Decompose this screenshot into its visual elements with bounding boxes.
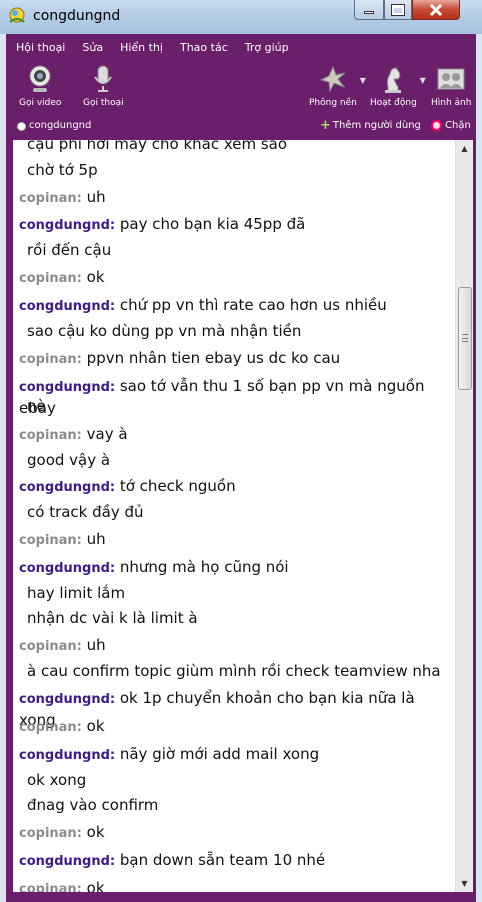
sender-name: copinan: (19, 271, 82, 286)
block-label: Chặn (445, 120, 471, 131)
chat-message: copinan: uh (19, 636, 106, 654)
voice-call-label: Gọi thoại (83, 98, 124, 108)
status-row: congdungnd + Thêm người dùng Chặn (6, 116, 476, 138)
chat-message: à cau confirm topic giùm mình rồi check … (27, 662, 441, 680)
background-leaf-icon (319, 65, 346, 93)
microphone-icon (94, 65, 113, 92)
scroll-up-icon[interactable]: ▲ (456, 140, 473, 157)
video-call-button[interactable]: Gọi video (19, 64, 61, 108)
close-button[interactable] (412, 0, 460, 20)
chat-message: congdungnd: tớ check nguồn (19, 477, 236, 495)
sender-name: copinan: (19, 191, 82, 206)
background-label: Phông nền (309, 98, 357, 108)
menu-view[interactable]: Hiển thị (120, 41, 163, 54)
chat-message: hay limit lắm (27, 584, 126, 602)
sender-name: copinan: (19, 882, 82, 892)
presence-status-icon (17, 122, 26, 131)
chat-message: congdungnd: pay cho bạn kia 45pp đã (19, 215, 306, 233)
chat-message: copinan: ok (19, 268, 105, 286)
chat-message: sao cậu ko dùng pp vn mà nhận tiền (27, 322, 302, 340)
sender-name: congdungnd: (19, 380, 116, 395)
window-bottom-frame (6, 892, 476, 902)
grip-icon (462, 334, 468, 342)
minimize-icon (364, 11, 374, 14)
chat-message: đnag vào confirm (27, 796, 159, 814)
voice-call-button[interactable]: Gọi thoại (83, 64, 124, 108)
sender-name: congdungnd: (19, 299, 116, 314)
activities-button[interactable]: Hoạt động ▼ (370, 64, 426, 108)
maximize-icon (391, 3, 405, 16)
chat-message: copinan: ok (19, 878, 105, 892)
sender-name: congdungnd: (19, 218, 116, 233)
title-bar: congdungnd (0, 0, 482, 34)
menu-actions[interactable]: Thao tác (180, 41, 228, 54)
chat-message: nè (27, 397, 46, 415)
plus-icon: + (320, 117, 331, 133)
scrollbar-thumb[interactable] (458, 287, 472, 390)
video-call-label: Gọi video (19, 98, 62, 108)
app-logo-icon (9, 7, 25, 23)
menu-edit[interactable]: Sửa (82, 41, 103, 54)
sender-name: copinan: (19, 533, 82, 548)
chat-message: cậu phi hơi mấy cho khác xem sao (27, 140, 288, 153)
sender-name: congdungnd: (19, 854, 116, 869)
chat-scrollbar[interactable]: ▲ ▼ (455, 140, 473, 892)
sender-name: copinan: (19, 826, 82, 841)
chat-message: congdungnd: nhưng mà họ cũng nói (19, 558, 289, 576)
activities-dropdown-icon: ▼ (419, 76, 426, 85)
close-icon (429, 3, 443, 16)
chat-transcript[interactable]: cậu phi hơi mấy cho khác xem sao chờ tớ … (13, 140, 455, 892)
activities-label: Hoạt động (370, 98, 417, 108)
chat-message: copinan: uh (19, 530, 106, 548)
window-title: congdungnd (33, 8, 121, 24)
sender-name: congdungnd: (19, 480, 116, 495)
chat-message: congdungnd: nãy giờ mới add mail xong (19, 745, 320, 763)
chat-message: rồi đến cậu (27, 241, 112, 259)
chat-message: copinan: ok (19, 717, 105, 735)
chess-knight-icon (385, 67, 402, 93)
menu-help[interactable]: Trợ giúp (245, 41, 289, 54)
maximize-button[interactable] (384, 0, 412, 20)
sender-name: congdungnd: (19, 748, 116, 763)
chat-message: congdungnd: sao tớ vẫn thu 1 số bạn pp v… (19, 377, 425, 417)
chat-message: copinan: vay à (19, 425, 128, 443)
sender-name: congdungnd: (19, 692, 116, 707)
contact-name: congdungnd (29, 120, 92, 131)
sender-name: congdungnd: (19, 561, 116, 576)
minimize-button[interactable] (354, 0, 384, 20)
chat-message: congdungnd: chứ pp vn thì rate cao hơn u… (19, 296, 387, 314)
toolbar: Gọi video Gọi thoại Phông nền ▼ Hoạt độn… (6, 60, 476, 114)
sender-name: copinan: (19, 720, 82, 735)
chat-message: ok xong (27, 771, 87, 789)
chat-message: congdungnd: bạn down sẵn team 10 nhé (19, 851, 326, 869)
chat-message: copinan: ok (19, 823, 105, 841)
block-button[interactable]: Chặn (431, 120, 471, 131)
chat-message: copinan: ppvn nhân tien ebay us dc ko ca… (19, 349, 341, 367)
background-button[interactable]: Phông nền ▼ (309, 64, 366, 108)
add-user-label: Thêm người dùng (332, 120, 421, 131)
avatar-pictures-icon (437, 68, 465, 90)
chat-message: nhận dc vài k là limit à (27, 609, 198, 627)
sender-name: copinan: (19, 639, 82, 654)
avatar-label: Hình ảnh (431, 98, 472, 108)
chat-message: good vậy à (27, 451, 111, 469)
block-icon (431, 120, 442, 131)
add-user-button[interactable]: + Thêm người dùng (320, 117, 421, 133)
chat-message: có track đầy đủ (27, 503, 144, 521)
menu-conversation[interactable]: Hội thoại (16, 41, 65, 54)
webcam-icon (29, 65, 51, 92)
sender-name: copinan: (19, 352, 82, 367)
menu-bar: Hội thoại Sửa Hiển thị Thao tác Trợ giúp (6, 36, 476, 58)
chat-message: copinan: uh (19, 188, 106, 206)
chat-message: chờ tớ 5p (27, 161, 98, 179)
avatar-button[interactable]: Hình ảnh (431, 64, 471, 108)
background-dropdown-icon: ▼ (359, 76, 366, 85)
scroll-down-icon[interactable]: ▼ (456, 875, 473, 892)
sender-name: copinan: (19, 428, 82, 443)
